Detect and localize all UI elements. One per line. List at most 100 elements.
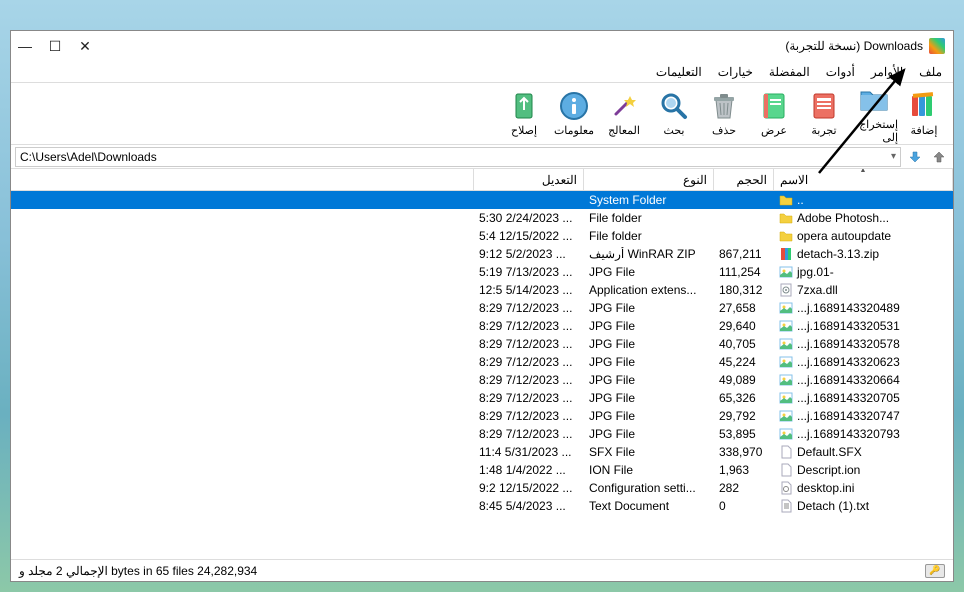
tool-label: إستخراج إلى [850,118,898,144]
file-type: JPG File [583,319,713,333]
down-arrow-icon[interactable] [905,147,925,167]
path-text: C:\Users\Adel\Downloads [20,150,157,164]
menu-3[interactable]: المفضلة [762,63,817,81]
menu-4[interactable]: خيارات [711,63,760,81]
file-modified: 8:29 7/12/2023 ... [473,355,583,369]
file-modified: 8:45 5/4/2023 ... [473,499,583,513]
tool-test[interactable]: تجربة [799,85,849,143]
file-type: ION File [583,463,713,477]
file-size: 40,705 [713,337,773,351]
file-name: ...j.1689143320664 [797,373,947,387]
app-icon [929,38,945,54]
file-row[interactable]: Default.SFX338,970SFX File11:4 5/31/2023… [11,443,953,461]
tool-label: عرض [761,124,787,137]
app-window: Downloads (نسخة للتجربة) — ☐ ✕ ملفالأوام… [10,30,954,582]
file-row[interactable]: ...j.168914332062345,224JPG File8:29 7/1… [11,353,953,371]
list-header: ▲ الاسم الحجم النوع التعديل [11,169,953,191]
file-row[interactable]: ...j.168914332048927,658JPG File8:29 7/1… [11,299,953,317]
file-type: JPG File [583,409,713,423]
minimize-button[interactable]: — [19,40,31,52]
file-name: 7zxa.dll [797,283,947,297]
file-size: 29,792 [713,409,773,423]
maximize-button[interactable]: ☐ [49,40,61,52]
file-name: desktop.ini [797,481,947,495]
file-icon [779,463,793,477]
close-button[interactable]: ✕ [79,40,91,52]
tool-view[interactable]: عرض [749,85,799,143]
extract-icon [858,84,890,116]
file-row[interactable]: 7zxa.dll180,312Application extens...12:5… [11,281,953,299]
file-type: JPG File [583,355,713,369]
file-row[interactable]: ...j.168914332074729,792JPG File8:29 7/1… [11,407,953,425]
tool-info[interactable]: معلومات [549,85,599,143]
tool-label: المعالج [608,124,640,137]
jpg-icon [779,337,793,351]
tool-delete[interactable]: حذف [699,85,749,143]
tool-label: إصلاح [511,124,537,137]
file-size: 45,224 [713,355,773,369]
file-name: detach-3.13.zip [797,247,947,261]
file-type: Text Document [583,499,713,513]
file-row[interactable]: ...j.168914332066449,089JPG File8:29 7/1… [11,371,953,389]
folder-icon [779,211,793,225]
file-size: 65,326 [713,391,773,405]
file-modified: 8:29 7/12/2023 ... [473,391,583,405]
menu-2[interactable]: أدوات [819,63,862,81]
file-name: jpg.01- [797,265,947,279]
column-name[interactable]: ▲ الاسم [773,169,953,190]
tool-label: معلومات [554,124,594,137]
tool-add[interactable]: إضافة [899,85,949,143]
tool-extract[interactable]: إستخراج إلى [849,85,899,143]
file-row[interactable]: Adobe Photosh...File folder5:30 2/24/202… [11,209,953,227]
file-size: 0 [713,499,773,513]
path-dropdown-icon[interactable]: ▾ [891,151,896,162]
repair-icon [508,90,540,122]
test-icon [808,90,840,122]
file-type: Configuration setti... [583,481,713,495]
wizard-icon [608,90,640,122]
file-size: 867,211 [713,247,773,261]
column-type[interactable]: النوع [583,169,713,190]
file-row[interactable]: Descript.ion1,963ION File1:48 1/4/2022 .… [11,461,953,479]
file-row[interactable]: ...j.168914332070565,326JPG File8:29 7/1… [11,389,953,407]
file-name: Adobe Photosh... [797,211,947,225]
file-size: 27,658 [713,301,773,315]
tool-label: إضافة [911,124,938,137]
file-name: ...j.1689143320793 [797,427,947,441]
file-modified: 12:5 5/14/2023 ... [473,283,583,297]
file-type: File folder [583,229,713,243]
menu-5[interactable]: التعليمات [649,63,709,81]
file-row[interactable]: Detach (1).txt0Text Document8:45 5/4/202… [11,497,953,515]
list-body[interactable]: ..System FolderAdobe Photosh...File fold… [11,191,953,559]
menu-1[interactable]: الأوامر [864,63,910,81]
lock-icon: 🔑 [925,564,945,578]
column-size[interactable]: الحجم [713,169,773,190]
file-modified: 9:12 5/2/2023 ... [473,247,583,261]
file-row[interactable]: ..System Folder [11,191,953,209]
window-title: Downloads (نسخة للتجربة) [785,39,923,53]
statusbar: 🔑 الإجمالي 2 مجلد و bytes in 65 files 24… [11,559,953,581]
file-row[interactable]: ...j.168914332079353,895JPG File8:29 7/1… [11,425,953,443]
file-name: .. [797,193,947,207]
file-row[interactable]: detach-3.13.zip867,211أرشيف WinRAR ZIP9:… [11,245,953,263]
file-size: 180,312 [713,283,773,297]
zip-icon [779,247,793,261]
tool-label: بحث [664,124,685,137]
tool-wizard[interactable]: المعالج [599,85,649,143]
file-row[interactable]: jpg.01-111,254JPG File5:19 7/13/2023 ... [11,263,953,281]
file-row[interactable]: ...j.168914332053129,640JPG File8:29 7/1… [11,317,953,335]
up-button[interactable] [929,147,949,167]
file-size: 1,963 [713,463,773,477]
tool-find[interactable]: بحث [649,85,699,143]
path-input[interactable]: C:\Users\Adel\Downloads ▾ [15,147,901,167]
menu-0[interactable]: ملف [912,63,949,81]
file-row[interactable]: opera autoupdateFile folder5:4 12/15/202… [11,227,953,245]
file-row[interactable]: desktop.ini282Configuration setti...9:2 … [11,479,953,497]
tool-repair[interactable]: إصلاح [499,85,549,143]
column-modified[interactable]: التعديل [473,169,583,190]
file-type: JPG File [583,373,713,387]
file-size: 338,970 [713,445,773,459]
file-modified: 8:29 7/12/2023 ... [473,427,583,441]
pathbar: C:\Users\Adel\Downloads ▾ [11,145,953,169]
file-row[interactable]: ...j.168914332057840,705JPG File8:29 7/1… [11,335,953,353]
